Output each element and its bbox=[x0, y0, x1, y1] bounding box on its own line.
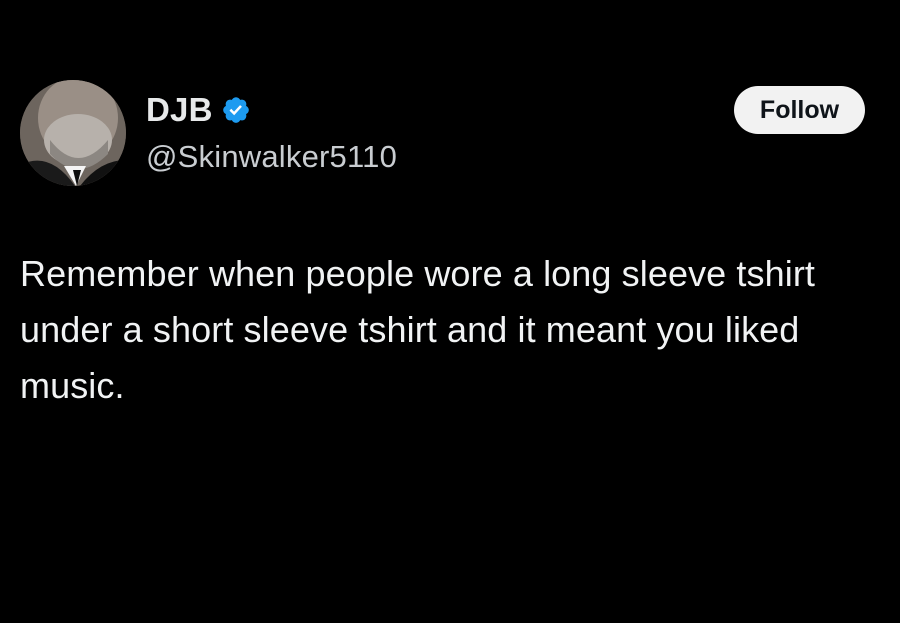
avatar-image bbox=[20, 80, 126, 186]
follow-button[interactable]: Follow bbox=[734, 86, 865, 134]
profile-avatar[interactable] bbox=[20, 80, 126, 186]
tweet-card: DJB @Skinwalker5110 Follow Remember when… bbox=[0, 0, 900, 623]
verified-badge-icon[interactable] bbox=[221, 95, 251, 125]
name-row: DJB bbox=[146, 88, 397, 132]
author-handle[interactable]: @Skinwalker5110 bbox=[146, 136, 397, 178]
author-display-name[interactable]: DJB bbox=[146, 88, 213, 132]
tweet-text: Remember when people wore a long sleeve … bbox=[20, 253, 816, 406]
author-identity: DJB @Skinwalker5110 bbox=[146, 88, 397, 178]
